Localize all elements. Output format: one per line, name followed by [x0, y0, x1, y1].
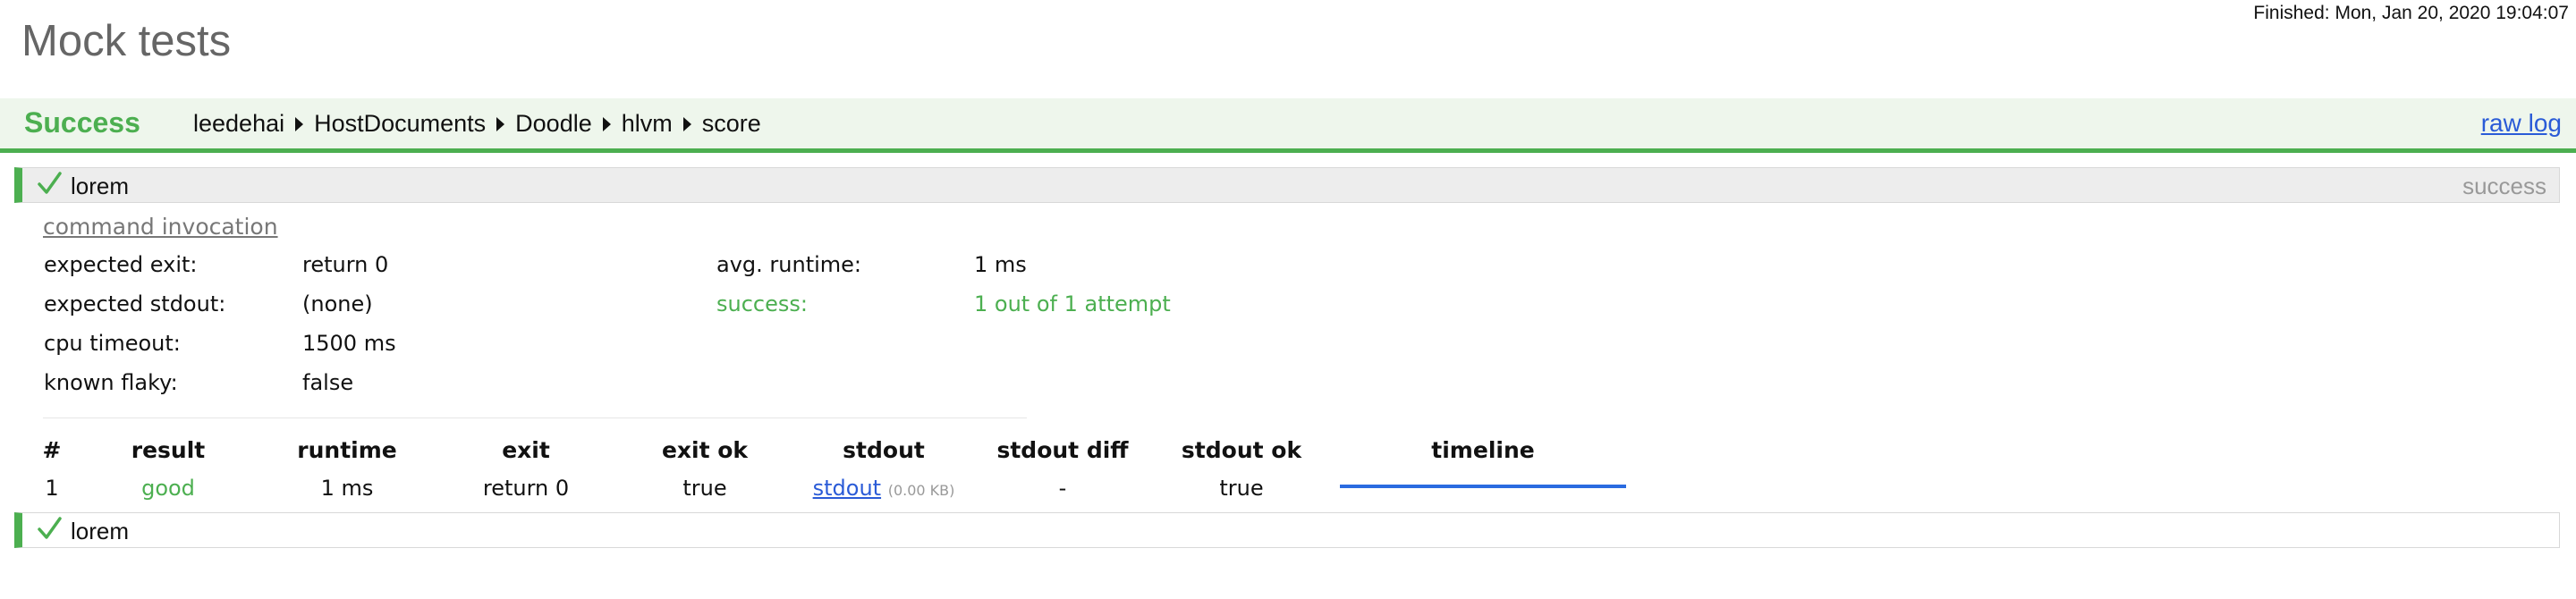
command-invocation-link[interactable]: command invocation [43, 214, 278, 240]
breadcrumb-item: hlvm [621, 110, 673, 137]
breadcrumb-item: Doodle [515, 110, 592, 137]
cell-num: 1 [45, 476, 59, 501]
breadcrumb: leedehai HostDocuments Doodle hlvm score [193, 110, 761, 138]
detail-value: (none) [302, 291, 373, 316]
caret-right-icon [295, 116, 304, 131]
page-title: Mock tests [21, 17, 232, 65]
column-header: # [42, 437, 62, 463]
detail-value: false [302, 370, 354, 395]
detail-label: expected exit: [44, 252, 198, 277]
breadcrumb-item: HostDocuments [314, 110, 487, 137]
test-result: success [2462, 173, 2546, 199]
column-header: exit ok [661, 437, 749, 463]
test-name: lorem [71, 173, 130, 199]
raw-log-link[interactable]: raw log [2481, 109, 2562, 138]
breadcrumb-item: leedehai [193, 110, 285, 137]
detail-label: cpu timeout: [44, 331, 181, 356]
detail-label: known flaky: [44, 370, 178, 395]
column-header: runtime [297, 437, 397, 463]
caret-right-icon [602, 116, 611, 131]
detail-label: expected stdout: [44, 291, 226, 316]
column-header: stdout ok [1181, 437, 1302, 463]
cell-stdout-diff: - [1058, 476, 1067, 501]
detail-label: success: [716, 291, 808, 316]
detail-value: 1 out of 1 attempt [974, 291, 1171, 316]
cell-runtime: 1 ms [320, 476, 374, 501]
timeline-bar [1340, 485, 1626, 488]
stdout-size: (0.00 KB) [887, 482, 955, 499]
status-text: Success [24, 106, 140, 139]
column-header: result [131, 437, 206, 463]
caret-right-icon [682, 116, 691, 131]
detail-value: 1500 ms [302, 331, 396, 356]
status-bar: Success leedehai HostDocuments Doodle hl… [0, 98, 2576, 153]
caret-right-icon [496, 116, 505, 131]
cell-stdout-ok: true [1219, 476, 1264, 501]
detail-value: 1 ms [974, 252, 1027, 277]
cell-result: good [141, 476, 195, 501]
column-header: stdout [843, 437, 925, 463]
column-header: exit [502, 437, 550, 463]
finished-timestamp: Finished: Mon, Jan 20, 2020 19:04:07 [2253, 3, 2569, 23]
cell-exit: return 0 [482, 476, 570, 501]
detail-value: return 0 [302, 252, 389, 277]
checkmark-icon [38, 172, 62, 194]
breadcrumb-item: score [701, 110, 761, 137]
test-header[interactable]: lorem success [14, 167, 2560, 203]
detail-label: avg. runtime: [716, 252, 861, 277]
test-name: lorem [71, 518, 130, 544]
test-header[interactable]: lorem [14, 512, 2560, 548]
column-header: stdout diff [996, 437, 1129, 463]
cell-exit-ok: true [682, 476, 727, 501]
checkmark-icon [38, 517, 62, 539]
column-header: timeline [1431, 437, 1535, 463]
cell-stdout: stdout (0.00 KB) [813, 476, 955, 501]
stdout-link[interactable]: stdout [813, 476, 881, 501]
